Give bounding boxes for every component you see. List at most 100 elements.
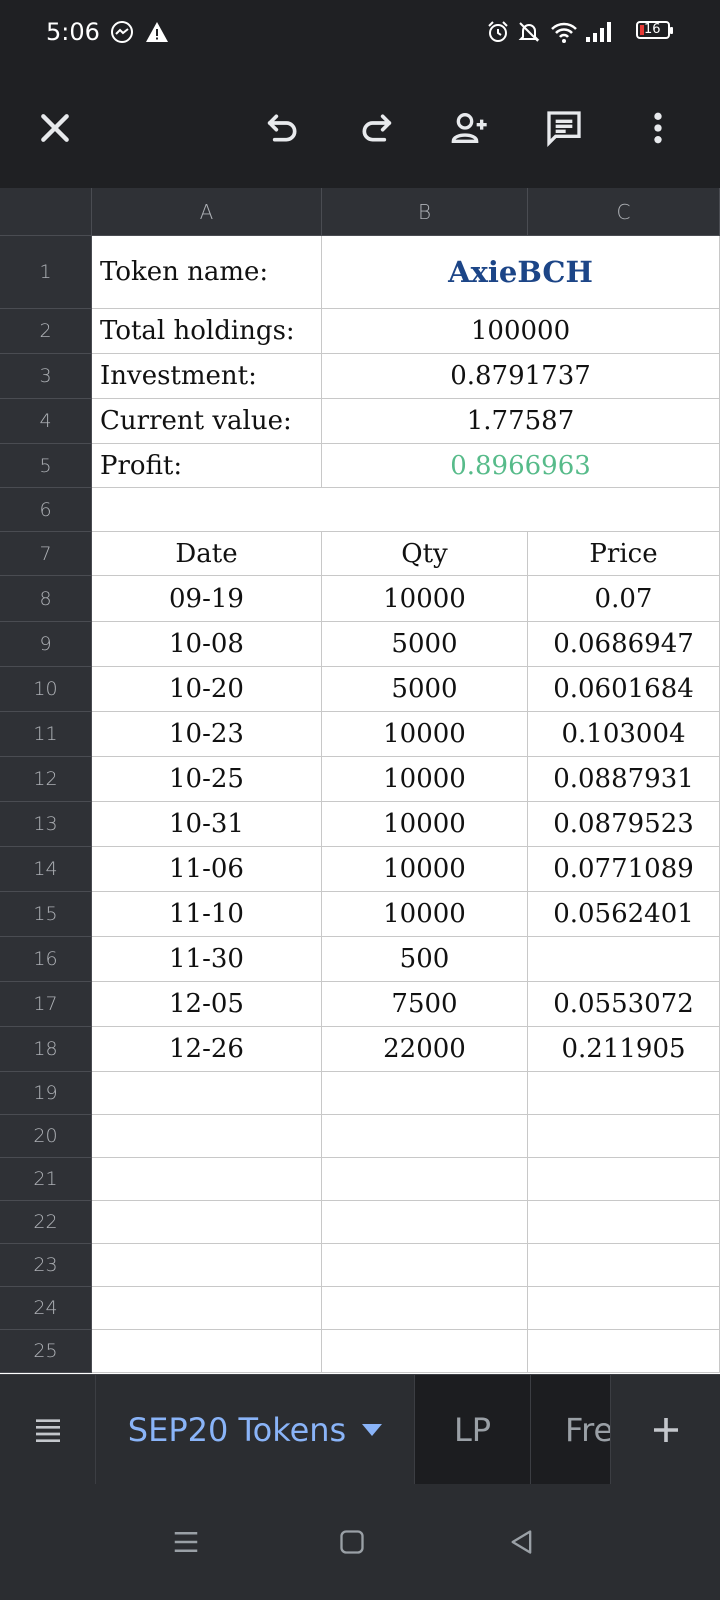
redo-button[interactable] — [348, 100, 404, 156]
row-header[interactable]: 4 — [0, 399, 92, 444]
add-sheet-button[interactable] — [610, 1375, 720, 1485]
header-qty[interactable]: Qty — [322, 532, 528, 576]
share-button[interactable] — [442, 100, 498, 156]
empty-cell[interactable] — [528, 1244, 720, 1287]
cell-qty[interactable]: 500 — [322, 937, 528, 982]
row-header[interactable]: 6 — [0, 488, 92, 532]
empty-cell[interactable] — [528, 1158, 720, 1201]
spreadsheet-grid[interactable]: A B C 1 2 3 4 5 6 7 8 9 10 11 12 13 14 1… — [0, 188, 720, 1374]
cell-price[interactable]: 0.211905 — [528, 1027, 720, 1072]
cell-price[interactable]: 0.0553072 — [528, 982, 720, 1027]
cell-b2-total-holdings[interactable]: 100000 — [322, 309, 720, 354]
empty-cell[interactable] — [92, 1201, 322, 1244]
sheet-tab-sep20-tokens[interactable]: SEP20 Tokens — [96, 1375, 414, 1485]
cell-price[interactable]: 0.0562401 — [528, 892, 720, 937]
row-header[interactable]: 17 — [0, 982, 92, 1027]
home-button[interactable] — [328, 1518, 376, 1566]
empty-cell[interactable] — [92, 1158, 322, 1201]
row-header[interactable]: 9 — [0, 622, 92, 667]
cell-date[interactable]: 11-30 — [92, 937, 322, 982]
empty-cell[interactable] — [528, 1287, 720, 1330]
row-header[interactable]: 2 — [0, 309, 92, 354]
row-header[interactable]: 3 — [0, 354, 92, 399]
row-header[interactable]: 20 — [0, 1115, 92, 1158]
cell-price[interactable]: 0.0686947 — [528, 622, 720, 667]
back-button[interactable] — [498, 1518, 546, 1566]
empty-cell[interactable] — [92, 1072, 322, 1115]
empty-cell[interactable] — [528, 1201, 720, 1244]
empty-cell[interactable] — [322, 1287, 528, 1330]
cell-date[interactable]: 12-26 — [92, 1027, 322, 1072]
row-header[interactable]: 21 — [0, 1158, 92, 1201]
cell-qty[interactable]: 10000 — [322, 757, 528, 802]
header-date[interactable]: Date — [92, 532, 322, 576]
empty-cell[interactable] — [528, 1115, 720, 1158]
cell-b3-investment[interactable]: 0.8791737 — [322, 354, 720, 399]
row-header[interactable]: 1 — [0, 236, 92, 309]
row-header[interactable]: 15 — [0, 892, 92, 937]
header-price[interactable]: Price — [528, 532, 720, 576]
row-header[interactable]: 7 — [0, 532, 92, 576]
row-header[interactable]: 18 — [0, 1027, 92, 1072]
cell-a5[interactable]: Profit: — [92, 444, 322, 488]
cell-price[interactable]: 0.0771089 — [528, 847, 720, 892]
sheet-tab-lp[interactable]: LP — [414, 1375, 530, 1485]
select-all-corner[interactable] — [0, 188, 92, 236]
cell-qty[interactable]: 22000 — [322, 1027, 528, 1072]
cell-date[interactable]: 10-20 — [92, 667, 322, 712]
empty-cell[interactable] — [322, 1330, 528, 1373]
cell-a1[interactable]: Token name: — [92, 236, 322, 309]
cell-date[interactable]: 09-19 — [92, 576, 322, 622]
cell-b4-current-value[interactable]: 1.77587 — [322, 399, 720, 444]
cell-date[interactable]: 10-31 — [92, 802, 322, 847]
empty-cell[interactable] — [322, 1201, 528, 1244]
empty-cell[interactable] — [92, 1244, 322, 1287]
all-sheets-button[interactable] — [0, 1375, 96, 1485]
more-options-button[interactable] — [630, 100, 686, 156]
cell-qty[interactable]: 5000 — [322, 667, 528, 712]
cell-b5-profit[interactable]: 0.8966963 — [322, 444, 720, 488]
empty-cell[interactable] — [92, 1287, 322, 1330]
cell-date[interactable]: 12-05 — [92, 982, 322, 1027]
cell-a3[interactable]: Investment: — [92, 354, 322, 399]
cell-price[interactable]: 0.0887931 — [528, 757, 720, 802]
row-header[interactable]: 22 — [0, 1201, 92, 1244]
cell-a2[interactable]: Total holdings: — [92, 309, 322, 354]
cell-qty[interactable]: 7500 — [322, 982, 528, 1027]
row-header[interactable]: 19 — [0, 1072, 92, 1115]
cell-b1-token-name[interactable]: AxieBCH — [322, 236, 720, 309]
empty-cell[interactable] — [322, 1158, 528, 1201]
cell-date[interactable]: 10-25 — [92, 757, 322, 802]
row-header[interactable]: 10 — [0, 667, 92, 712]
empty-cell[interactable] — [322, 1244, 528, 1287]
cell-date[interactable]: 11-06 — [92, 847, 322, 892]
recent-apps-button[interactable] — [162, 1518, 210, 1566]
sheet-tab-fre[interactable]: Fre — [530, 1375, 610, 1485]
cell-price[interactable]: 0.0879523 — [528, 802, 720, 847]
cell-qty[interactable]: 10000 — [322, 712, 528, 757]
cell-qty[interactable]: 10000 — [322, 892, 528, 937]
column-header-a[interactable]: A — [92, 188, 322, 236]
empty-cell[interactable] — [92, 1115, 322, 1158]
empty-cell[interactable] — [528, 1072, 720, 1115]
cell-price[interactable]: 0.103004 — [528, 712, 720, 757]
empty-cell[interactable] — [92, 1330, 322, 1373]
row-header[interactable]: 24 — [0, 1287, 92, 1330]
row-header[interactable]: 8 — [0, 576, 92, 622]
cell-a4[interactable]: Current value: — [92, 399, 322, 444]
cell-date[interactable]: 11-10 — [92, 892, 322, 937]
cell-row6-empty[interactable] — [92, 488, 720, 532]
row-header[interactable]: 14 — [0, 847, 92, 892]
row-header[interactable]: 13 — [0, 802, 92, 847]
cell-date[interactable]: 10-23 — [92, 712, 322, 757]
cell-qty[interactable]: 5000 — [322, 622, 528, 667]
cell-qty[interactable]: 10000 — [322, 576, 528, 622]
row-header[interactable]: 16 — [0, 937, 92, 982]
undo-button[interactable] — [255, 100, 311, 156]
cell-date[interactable]: 10-08 — [92, 622, 322, 667]
cell-price[interactable]: 0.07 — [528, 576, 720, 622]
comment-button[interactable] — [536, 100, 592, 156]
row-header[interactable]: 23 — [0, 1244, 92, 1287]
cell-qty[interactable]: 10000 — [322, 802, 528, 847]
column-header-c[interactable]: C — [528, 188, 720, 236]
